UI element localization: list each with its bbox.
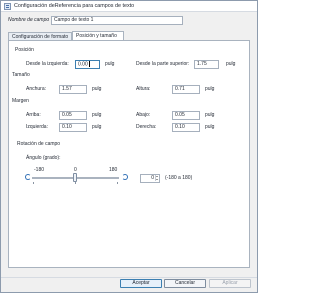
size-width-unit: pulg bbox=[92, 86, 102, 92]
margin-right-field[interactable]: 0.10 bbox=[172, 123, 200, 132]
footer-divider bbox=[1, 277, 257, 278]
margin-heading: Margen bbox=[12, 98, 29, 104]
field-name-input[interactable]: Campo de texto 1 bbox=[51, 16, 183, 25]
margin-top-label: Arriba: bbox=[26, 112, 41, 118]
size-height-label: Altura: bbox=[136, 86, 151, 92]
position-left-unit: pulg bbox=[105, 61, 115, 67]
size-height-unit: pulg bbox=[205, 86, 215, 92]
slider-tick bbox=[117, 182, 118, 184]
rotation-angle-spinner[interactable]: 0 bbox=[140, 174, 160, 183]
rotation-slider-thumb[interactable] bbox=[73, 173, 77, 182]
rotation-heading: Rotación de campo bbox=[17, 141, 61, 147]
rotation-range-label: (-180 a 180) bbox=[165, 175, 193, 181]
rotate-left-icon[interactable] bbox=[25, 174, 31, 180]
title-bar[interactable]: Configuración deReferencia para campos d… bbox=[1, 1, 257, 12]
spin-down-icon[interactable] bbox=[155, 178, 159, 181]
size-width-field[interactable]: 1.57 bbox=[59, 85, 87, 94]
slider-min-label: -180 bbox=[34, 167, 45, 173]
position-top-unit: pulg bbox=[226, 61, 236, 67]
app-icon bbox=[4, 3, 11, 10]
margin-top-unit: pulg bbox=[92, 112, 102, 118]
position-top-field[interactable]: 1.75 bbox=[194, 60, 219, 69]
dialog-window: Configuración deReferencia para campos d… bbox=[0, 0, 258, 293]
size-height-field[interactable]: 0.71 bbox=[172, 85, 200, 94]
size-heading: Tamaño bbox=[12, 72, 30, 78]
margin-right-unit: pulg bbox=[205, 124, 215, 130]
apply-button[interactable]: Aplicar bbox=[209, 279, 251, 288]
position-top-label: Desde la parte superior: bbox=[136, 61, 190, 67]
window-title: Configuración deReferencia para campos d… bbox=[14, 3, 135, 9]
position-heading: Posición bbox=[15, 47, 34, 53]
margin-bottom-label: Abajo: bbox=[136, 112, 151, 118]
position-left-label: Desde la izquierda: bbox=[26, 61, 69, 67]
accept-button[interactable]: Aceptar bbox=[120, 279, 162, 288]
margin-top-field[interactable]: 0.05 bbox=[59, 111, 87, 120]
tab-panel bbox=[8, 40, 250, 268]
rotate-right-icon[interactable] bbox=[122, 174, 128, 180]
margin-bottom-field[interactable]: 0.05 bbox=[172, 111, 200, 120]
margin-left-unit: pulg bbox=[92, 124, 102, 130]
slider-tick bbox=[75, 182, 76, 184]
slider-tick bbox=[33, 182, 34, 184]
rotation-angle-value: 0 bbox=[151, 175, 154, 181]
field-name-label: Nombre de campo bbox=[8, 17, 50, 23]
text-caret bbox=[88, 61, 90, 67]
margin-right-label: Derecha: bbox=[136, 124, 157, 130]
cancel-button[interactable]: Cancelar bbox=[164, 279, 206, 288]
margin-left-field[interactable]: 0.10 bbox=[59, 123, 87, 132]
margin-bottom-unit: pulg bbox=[205, 112, 215, 118]
rotation-angle-label: Ángulo (grado): bbox=[26, 155, 61, 161]
slider-max-label: 180 bbox=[109, 167, 118, 173]
size-width-label: Anchura: bbox=[26, 86, 47, 92]
position-left-field[interactable]: 0.00 bbox=[75, 60, 100, 69]
margin-left-label: Izquierda: bbox=[26, 124, 48, 130]
